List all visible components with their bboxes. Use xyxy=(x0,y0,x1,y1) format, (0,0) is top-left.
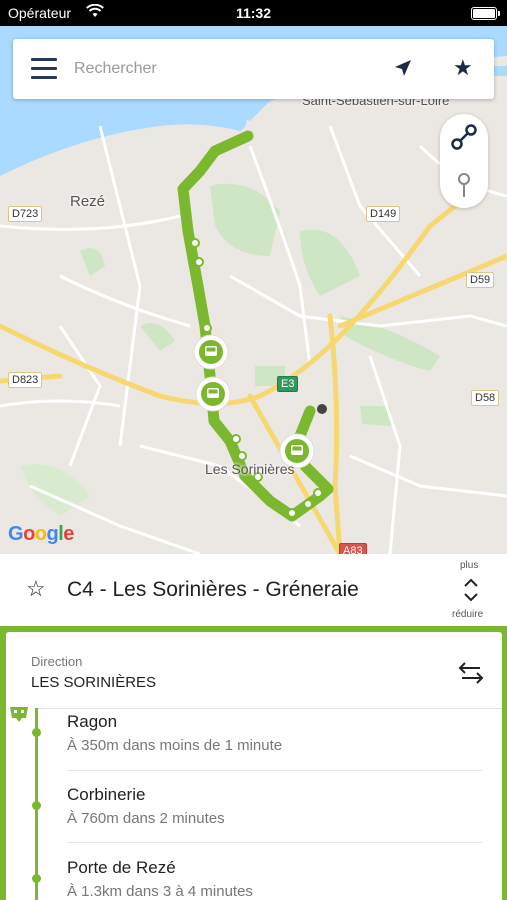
bus-position-icon xyxy=(10,707,28,722)
stop-item[interactable]: Ragon À 350m dans moins de 1 minute xyxy=(67,712,282,754)
more-label[interactable]: plus xyxy=(460,560,478,571)
less-label[interactable]: réduire xyxy=(452,609,483,620)
stop-eta: À 350m dans moins de 1 minute xyxy=(67,737,283,754)
map-view[interactable]: Rezé Saint-Sébastien-sur-Loire Les Sorin… xyxy=(0,26,507,554)
stop-dot xyxy=(32,728,41,737)
search-input[interactable]: Rechercher xyxy=(74,60,157,78)
direction-label: Direction xyxy=(31,654,83,669)
road-badge: D823 xyxy=(8,372,43,388)
road-badge: D723 xyxy=(8,206,43,222)
stop-name: Corbinerie xyxy=(67,785,146,804)
favorites-star-icon[interactable]: ★ xyxy=(453,55,473,81)
schedule-panel-frame: Direction LES SORINIÈRES Ragon À 350m da… xyxy=(0,626,507,900)
stop-dot xyxy=(32,874,41,883)
stop-item[interactable]: Porte de Rezé À 1.3km dans 3 à 4 minutes xyxy=(67,858,253,900)
direction-value: LES SORINIÈRES xyxy=(31,674,157,691)
road-badge: D58 xyxy=(471,390,500,406)
road-badge: A83 xyxy=(339,543,367,554)
stop-item[interactable]: Corbinerie À 760m dans 2 minutes xyxy=(67,785,225,827)
road-badge: D149 xyxy=(366,206,401,222)
expand-collapse-icon[interactable] xyxy=(461,576,481,604)
stop-name: Porte de Rezé xyxy=(67,858,176,877)
map-label-reze: Rezé xyxy=(70,193,106,210)
schedule-panel: Direction LES SORINIÈRES Ragon À 350m da… xyxy=(6,632,502,900)
stop-eta: À 760m dans 2 minutes xyxy=(67,810,225,827)
stop-dot xyxy=(32,801,41,810)
location-arrow-icon[interactable] xyxy=(391,57,415,81)
clock: 11:32 xyxy=(235,5,272,21)
status-bar: Opérateur 11:32 xyxy=(0,0,507,26)
swap-direction-icon[interactable] xyxy=(458,660,484,686)
google-logo: Google xyxy=(8,523,74,545)
bus-marker-icon[interactable] xyxy=(193,334,229,370)
stop-pin-icon xyxy=(458,173,470,197)
favorite-line-icon[interactable]: ☆ xyxy=(26,576,46,602)
map-label-les-sorinieres: Les Sorinières xyxy=(205,461,295,477)
divider xyxy=(67,842,482,843)
route-button[interactable] xyxy=(440,114,488,160)
menu-icon[interactable] xyxy=(31,58,57,80)
battery-icon xyxy=(471,7,500,20)
line-header: ☆ C4 - Les Sorinières - Gréneraie plus r… xyxy=(0,554,507,626)
stop-button[interactable] xyxy=(440,162,488,208)
line-title: C4 - Les Sorinières - Gréneraie xyxy=(67,578,359,601)
search-bar[interactable]: Rechercher ★ xyxy=(13,39,494,99)
stop-name: Ragon xyxy=(67,712,118,731)
divider xyxy=(36,708,502,709)
divider xyxy=(67,770,482,771)
road-badge: E3 xyxy=(277,376,299,392)
road-badge: D59 xyxy=(466,272,495,288)
stop-eta: À 1.3km dans 3 à 4 minutes xyxy=(67,883,253,900)
bus-marker-icon[interactable] xyxy=(195,376,231,412)
map-tools xyxy=(440,114,488,208)
route-icon xyxy=(451,124,477,150)
